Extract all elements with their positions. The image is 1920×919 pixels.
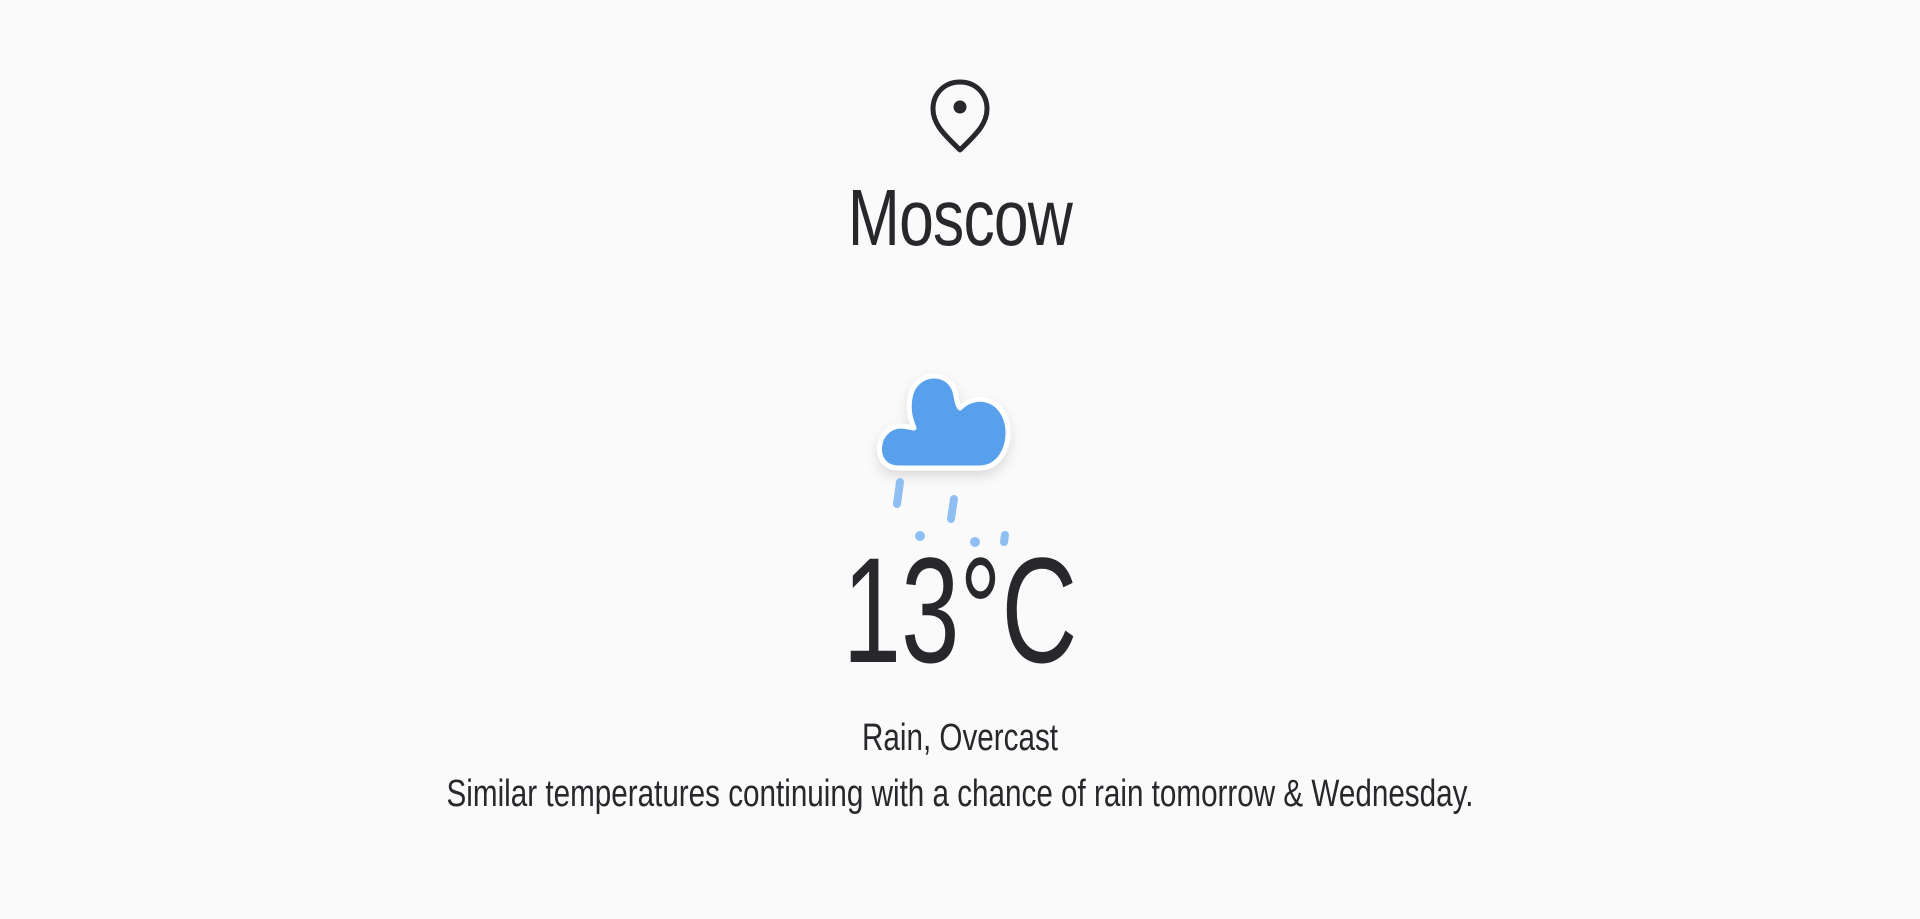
- rain-cloud-icon: [877, 373, 1011, 547]
- map-pin-icon: [930, 79, 990, 153]
- temperature: 13°C: [842, 526, 1078, 694]
- forecast-text: Similar temperatures continuing with a c…: [446, 773, 1474, 815]
- city-name: Moscow: [847, 173, 1073, 262]
- weather-page: Moscow 13°C Rain, Overcast Similar tempe…: [0, 0, 1920, 919]
- weather-condition: Rain, Overcast: [861, 717, 1059, 759]
